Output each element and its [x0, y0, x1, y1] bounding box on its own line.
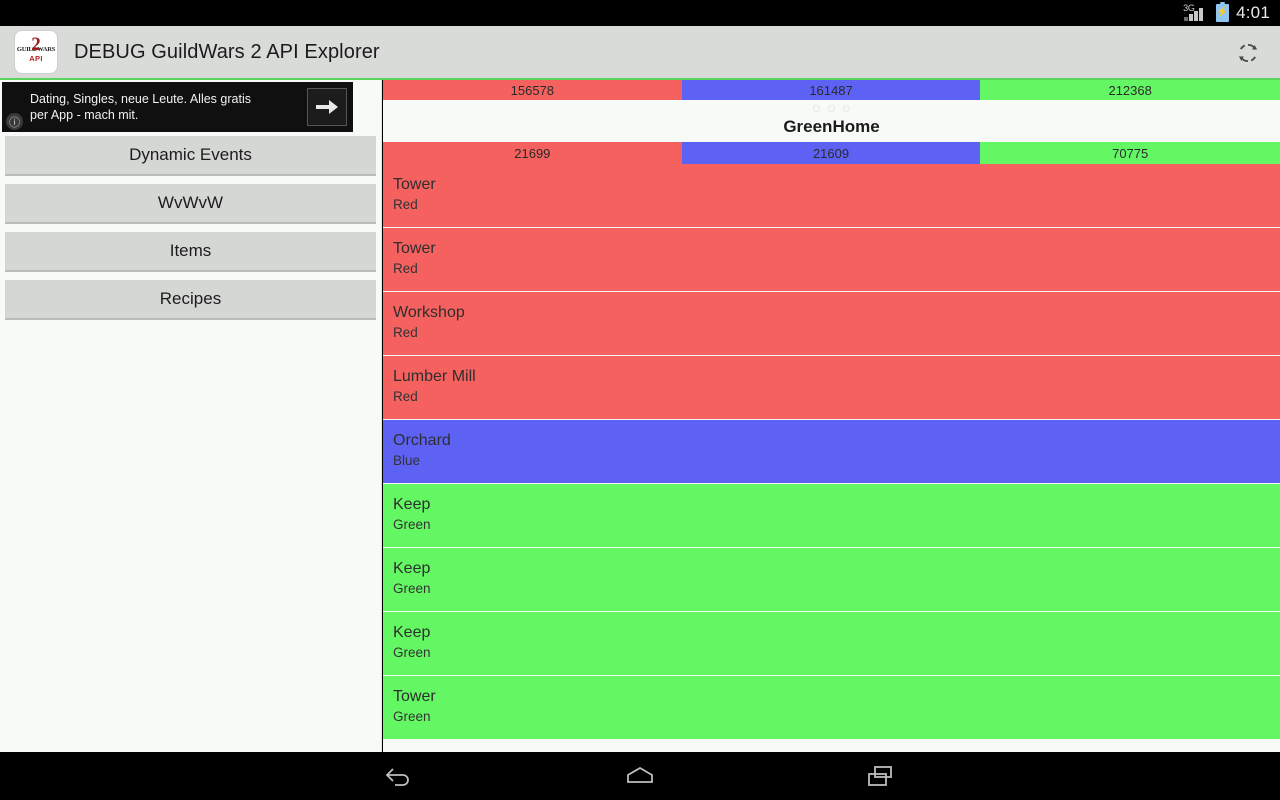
ad-banner[interactable]: ⓘ Dating, Singles, neue Leute. Alles gra…: [2, 82, 353, 132]
page-title: DEBUG GuildWars 2 API Explorer: [74, 40, 380, 63]
objective-team: Green: [393, 581, 431, 596]
total-score-bar: 156578 161487 212368: [383, 80, 1280, 100]
objective-row[interactable]: Keep Green: [383, 548, 1280, 612]
sidebar-item-recipes[interactable]: Recipes: [5, 280, 376, 320]
objective-name: Keep: [393, 560, 431, 577]
objective-name: Tower: [393, 240, 436, 257]
recents-button[interactable]: [850, 756, 910, 796]
sidebar-item-label: WvWvW: [157, 193, 224, 212]
recents-icon: [868, 766, 892, 786]
objective-team: Red: [393, 261, 418, 276]
score-segment-green: 212368: [980, 80, 1280, 100]
objective-team: Green: [393, 517, 431, 532]
guildwars2-api-app-icon: 2 GUILDWARS API: [14, 30, 58, 74]
objective-list[interactable]: Tower Red Tower Red Workshop Red Lumber Mill Re…: [383, 164, 1280, 740]
info-icon[interactable]: ⓘ: [6, 113, 23, 130]
objective-row[interactable]: Keep Green: [383, 484, 1280, 548]
objective-row[interactable]: Keep Green: [383, 612, 1280, 676]
status-bar: 3G ⚡ 4:01: [0, 0, 1280, 26]
objective-row[interactable]: Lumber Mill Red: [383, 356, 1280, 420]
page-indicator-dots[interactable]: [383, 100, 1280, 116]
sidebar-item-dynamic-events[interactable]: Dynamic Events: [5, 136, 376, 176]
page-dot[interactable]: [813, 104, 820, 112]
objective-team: Red: [393, 197, 418, 212]
ad-text: Dating, Singles, neue Leute. Alles grati…: [30, 92, 251, 122]
system-navigation-bar: [0, 752, 1280, 800]
objective-name: Workshop: [393, 304, 465, 321]
home-button[interactable]: [610, 756, 670, 796]
ad-arrow-button[interactable]: [307, 88, 347, 126]
sidebar-item-label: Items: [169, 241, 212, 260]
match-title: GreenHome: [783, 117, 880, 136]
sidebar-nav-list: Dynamic Events WvWvW Items Recipes: [0, 132, 381, 320]
signal-bars-icon: 3G: [1183, 3, 1209, 22]
page-dot[interactable]: [828, 104, 835, 112]
objective-name: Tower: [393, 688, 436, 705]
objective-name: Keep: [393, 496, 431, 513]
refresh-button[interactable]: [1224, 29, 1272, 77]
objective-name: Orchard: [393, 432, 451, 449]
objective-row[interactable]: Workshop Red: [383, 292, 1280, 356]
match-detail-pane[interactable]: 156578 161487 212368 GreenHome 21699 21609 7…: [383, 80, 1280, 752]
dragon-logo-glyph: 2: [31, 34, 41, 55]
device-screen: 3G ⚡ 4:01 2 GUILDWARS API DEBUG GuildWar…: [0, 0, 1280, 800]
score-segment-blue: 161487: [681, 80, 981, 100]
status-bar-clock: 4:01: [1236, 3, 1270, 22]
sidebar-item-items[interactable]: Items: [5, 232, 376, 272]
objective-row[interactable]: Tower Red: [383, 164, 1280, 228]
objective-name: Tower: [393, 176, 436, 193]
objective-team: Blue: [393, 453, 421, 468]
objective-team: Green: [393, 709, 431, 724]
sidebar-item-wvwvw[interactable]: WvWvW: [5, 184, 376, 224]
objective-team: Red: [393, 325, 418, 340]
back-button[interactable]: [370, 756, 430, 796]
score-segment-blue: 21609: [681, 142, 981, 164]
sidebar-item-label: Recipes: [159, 289, 222, 308]
page-dot[interactable]: [843, 104, 850, 112]
home-icon: [627, 766, 653, 783]
back-icon: [385, 768, 409, 786]
action-bar: 2 GUILDWARS API DEBUG GuildWars 2 API Ex…: [0, 26, 1280, 80]
objective-name: Lumber Mill: [393, 368, 476, 385]
score-segment-red: 156578: [383, 80, 682, 100]
map-score-bar: 21699 21609 70775: [383, 142, 1280, 164]
battery-bolt-glyph: ⚡: [1216, 7, 1229, 18]
objective-row[interactable]: Orchard Blue: [383, 420, 1280, 484]
objective-name: Keep: [393, 624, 431, 641]
objective-row[interactable]: Tower Red: [383, 228, 1280, 292]
sidebar-item-label: Dynamic Events: [129, 145, 252, 164]
battery-charging-icon: ⚡: [1216, 2, 1230, 22]
refresh-icon: [1238, 43, 1258, 63]
left-pane: ⓘ Dating, Singles, neue Leute. Alles gra…: [0, 80, 382, 752]
status-bar-indicators: 3G ⚡ 4:01: [1183, 2, 1270, 23]
arrow-right-icon: [316, 100, 338, 114]
score-segment-green: 70775: [980, 142, 1280, 164]
objective-team: Red: [393, 389, 418, 404]
objective-team: Green: [393, 645, 431, 660]
objective-row[interactable]: Tower Green: [383, 676, 1280, 740]
score-segment-red: 21699: [383, 142, 682, 164]
